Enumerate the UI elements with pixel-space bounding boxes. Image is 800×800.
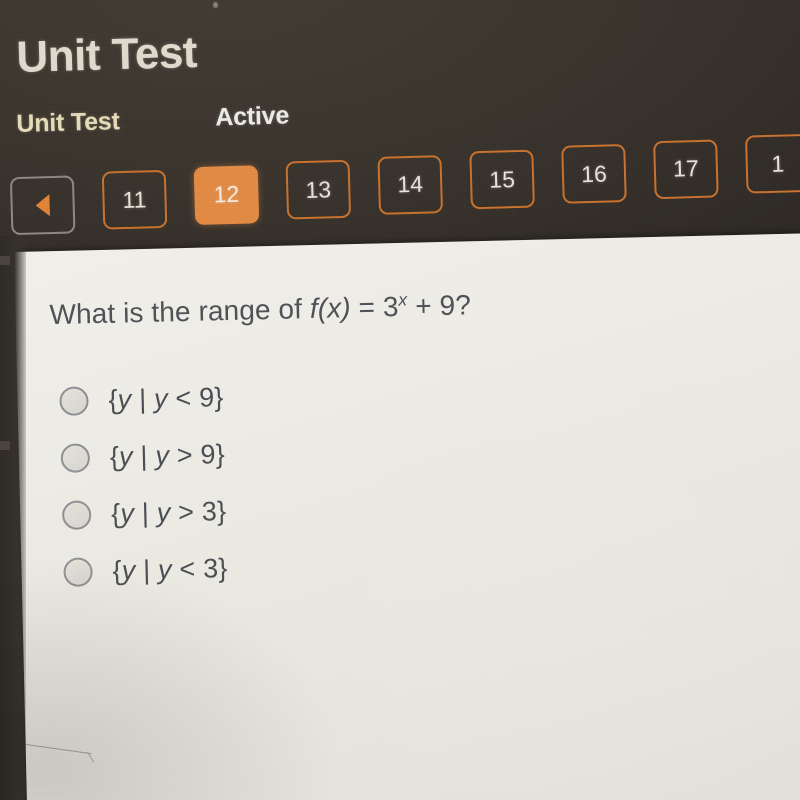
answer-option[interactable]: {y | y > 9}	[60, 420, 481, 487]
question-tab-label: 11	[122, 186, 147, 213]
question-lead-text: What is the range of	[49, 293, 311, 331]
assessment-name-label: Unit Test	[15, 107, 121, 138]
page-title: Unit Test	[15, 27, 198, 82]
question-equation-part: = 3	[350, 290, 399, 324]
question-tab-1[interactable]: 1	[744, 134, 800, 194]
question-tail-text: + 9?	[406, 289, 472, 322]
question-tab-label: 14	[397, 170, 424, 198]
question-prompt: What is the range of f(x) = 3x + 9?	[49, 289, 471, 331]
answer-option-label: {y | y > 3}	[110, 496, 227, 529]
answer-option-label: {y | y < 3}	[112, 553, 228, 586]
question-tab-14[interactable]: 14	[377, 154, 444, 215]
question-tab-13[interactable]: 13	[285, 159, 352, 220]
question-tab-15[interactable]: 15	[469, 149, 535, 210]
question-tab-label: 17	[672, 155, 700, 182]
question-tabstrip[interactable]: 11 12 13 14 15 16 17 1	[9, 134, 800, 236]
bezel-notch	[0, 441, 10, 450]
question-card: What is the range of f(x) = 3x + 9? {y |…	[14, 231, 800, 800]
previous-questions-button[interactable]	[9, 175, 76, 236]
radio-button-option-a[interactable]	[59, 386, 89, 416]
bezel-notch	[0, 256, 10, 265]
radio-button-option-b[interactable]	[60, 443, 91, 473]
question-tab-label: 15	[488, 165, 516, 193]
radio-button-option-d[interactable]	[63, 557, 93, 587]
screenshot-root: Unit Test Unit Test Active 11 12 13 14 15 16 1…	[0, 0, 800, 800]
question-tab-label: 12	[213, 181, 240, 208]
question-tab-label: 16	[580, 160, 608, 188]
question-tab-16[interactable]: 16	[561, 144, 627, 205]
answer-option[interactable]: {y | y < 9}	[59, 363, 480, 430]
answer-option[interactable]: {y | y < 3}	[63, 534, 484, 601]
answer-option[interactable]: {y | y > 3}	[61, 477, 483, 544]
answer-options-list[interactable]: {y | y < 9} {y | y > 9} {y | y > 3} {y | y …	[59, 363, 484, 601]
question-tab-label: 13	[305, 175, 332, 203]
device-bezel-shadow	[0, 236, 26, 800]
question-tab-17[interactable]: 17	[653, 139, 719, 200]
question-tab-12[interactable]: 12	[193, 165, 260, 225]
answer-option-label: {y | y > 9}	[109, 439, 226, 472]
lens-dust-speck	[213, 2, 218, 8]
question-tab-label: 1	[771, 150, 785, 177]
answer-option-label: {y | y < 9}	[108, 382, 224, 415]
radio-button-option-c[interactable]	[61, 500, 92, 530]
triangle-left-icon	[35, 194, 50, 217]
question-function-name: f(x)	[309, 292, 352, 325]
status-badge: Active	[214, 101, 290, 132]
question-tab-11[interactable]: 11	[101, 170, 168, 231]
